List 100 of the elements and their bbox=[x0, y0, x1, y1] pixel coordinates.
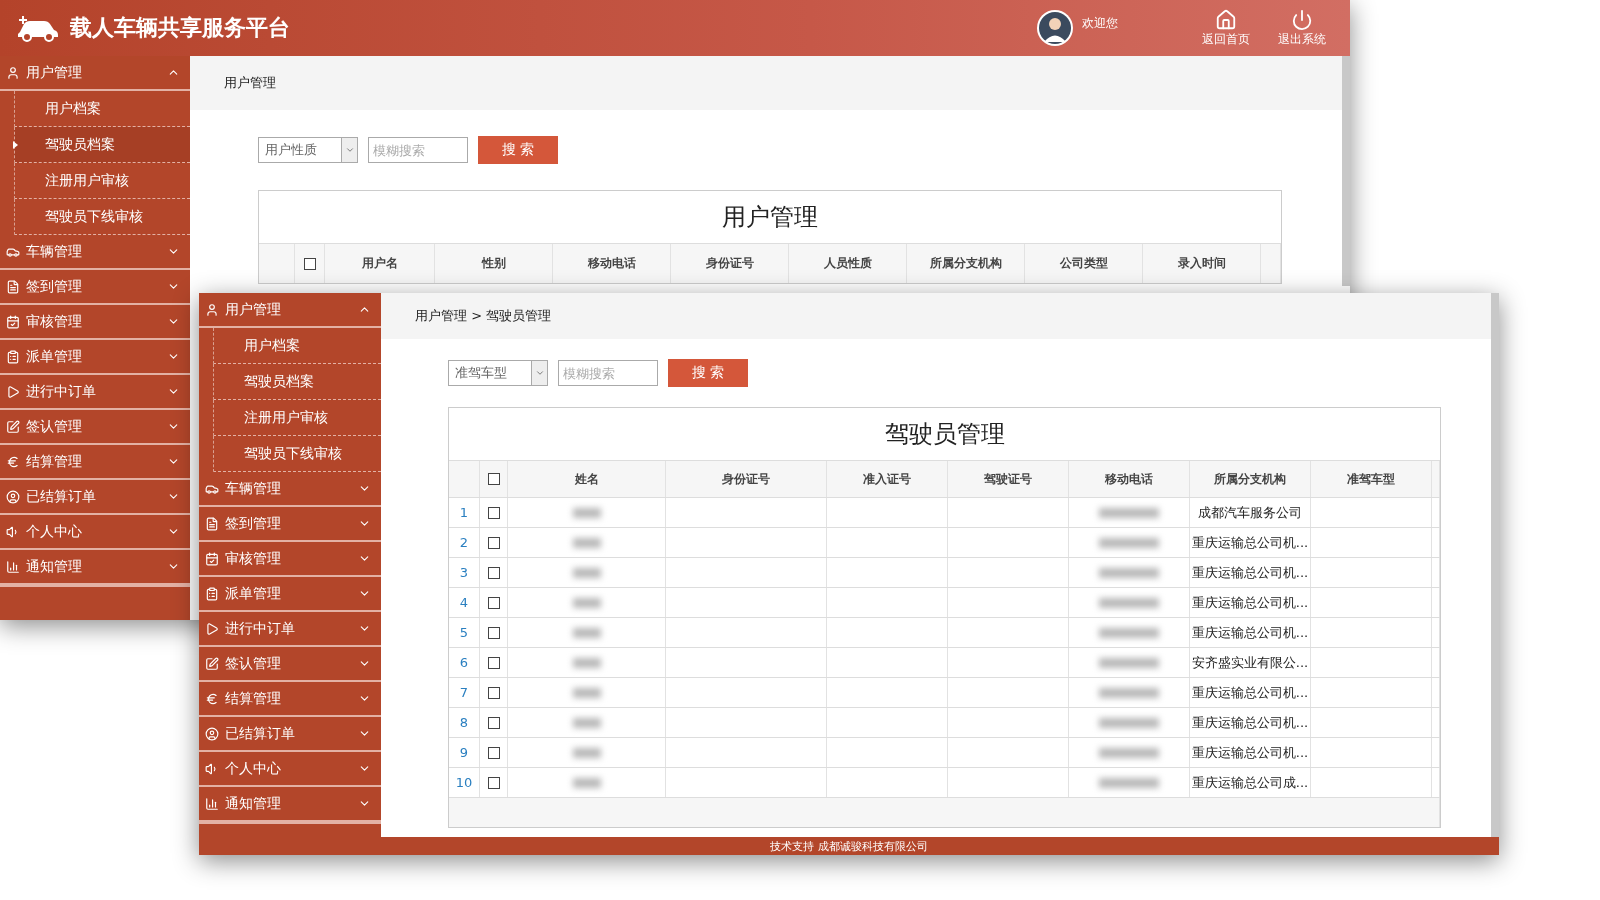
menu-icon bbox=[6, 559, 20, 574]
sidebar-item[interactable]: 进行中订单 bbox=[0, 375, 190, 410]
row-number: 6 bbox=[459, 655, 469, 670]
select-field[interactable]: 准驾车型 bbox=[448, 360, 548, 386]
search-field[interactable]: 模糊搜索 bbox=[558, 360, 658, 386]
table-title: 驾驶员管理 bbox=[884, 419, 1005, 450]
power-icon bbox=[1291, 8, 1313, 31]
sidebar-item[interactable]: 个人中心 bbox=[0, 515, 190, 550]
checkbox[interactable] bbox=[487, 506, 500, 519]
sidebar-subitem[interactable]: 驾驶员下线审核 bbox=[14, 199, 190, 235]
blurred-text bbox=[572, 687, 601, 698]
sidebar-item[interactable]: 结算管理 bbox=[199, 682, 381, 717]
blurred-text bbox=[572, 627, 601, 638]
search-button[interactable]: 搜 索 bbox=[668, 359, 748, 387]
blurred-text bbox=[1099, 507, 1159, 518]
checkbox[interactable] bbox=[487, 776, 500, 789]
blurred-text bbox=[572, 537, 601, 548]
select-field[interactable]: 用户性质 bbox=[258, 137, 358, 163]
search-button[interactable]: 搜 索 bbox=[478, 136, 558, 164]
sidebar-subitem[interactable]: 驾驶员档案 bbox=[213, 364, 381, 400]
sidebar-subitem[interactable]: 驾驶员下线审核 bbox=[213, 436, 381, 472]
welcome-text: 欢迎您 bbox=[1082, 14, 1118, 32]
sidebar-item[interactable]: 车辆管理 bbox=[0, 235, 190, 270]
blurred-text bbox=[572, 567, 601, 578]
blurred-text bbox=[1099, 597, 1159, 608]
row-number: 9 bbox=[459, 745, 469, 760]
checkbox[interactable] bbox=[303, 257, 316, 270]
row-number: 4 bbox=[459, 595, 469, 610]
sidebar-item[interactable]: 派单管理 bbox=[0, 340, 190, 375]
footer-text: 技术支持 成都诚骏科技有限公司 bbox=[770, 838, 928, 854]
table-cell: 重庆运输总公司机... bbox=[1191, 713, 1309, 732]
menu-icon bbox=[205, 302, 219, 317]
search-field[interactable]: 模糊搜索 bbox=[368, 137, 468, 163]
menu-icon bbox=[6, 65, 20, 80]
logout-button[interactable]: 退出系统 bbox=[1264, 8, 1340, 48]
checkbox[interactable] bbox=[487, 746, 500, 759]
column-header: 公司类型 bbox=[1059, 255, 1108, 272]
menu-icon bbox=[205, 516, 219, 531]
checkbox[interactable] bbox=[487, 536, 500, 549]
table-cell: 重庆运输总公司机... bbox=[1191, 593, 1309, 612]
column-header: 移动电话 bbox=[587, 255, 636, 272]
menu-icon bbox=[205, 586, 219, 601]
checkbox[interactable] bbox=[487, 716, 500, 729]
sidebar-subitem[interactable]: 注册用户审核 bbox=[14, 163, 190, 199]
checkbox[interactable] bbox=[487, 473, 500, 485]
sidebar-subitem[interactable]: 用户档案 bbox=[213, 328, 381, 364]
menu-icon bbox=[6, 314, 20, 329]
caret-icon bbox=[534, 368, 545, 378]
sidebar-item[interactable]: 已结算订单 bbox=[0, 480, 190, 515]
column-header: 准入证号 bbox=[863, 470, 911, 488]
blurred-text bbox=[1099, 747, 1159, 758]
sidebar-item[interactable]: 结算管理 bbox=[0, 445, 190, 480]
scrollbar[interactable] bbox=[1491, 293, 1499, 837]
blurred-text bbox=[572, 597, 601, 608]
menu-icon bbox=[6, 279, 20, 294]
column-header: 用户名 bbox=[361, 255, 398, 272]
table-cell: 安齐盛实业有限公... bbox=[1191, 653, 1309, 672]
sidebar-item[interactable]: 进行中订单 bbox=[199, 612, 381, 647]
sidebar-item[interactable]: 个人中心 bbox=[199, 752, 381, 787]
checkbox[interactable] bbox=[487, 596, 500, 609]
sidebar-item[interactable]: 派单管理 bbox=[199, 577, 381, 612]
row-number: 5 bbox=[459, 625, 469, 640]
blurred-text bbox=[572, 507, 601, 518]
sidebar-item[interactable]: 签到管理 bbox=[199, 507, 381, 542]
row-number: 1 bbox=[459, 505, 469, 520]
sidebar-item[interactable]: 签认管理 bbox=[199, 647, 381, 682]
row-number: 7 bbox=[459, 685, 469, 700]
breadcrumb-text: 用户管理 bbox=[224, 74, 276, 92]
sidebar-subitem[interactable]: 驾驶员档案 bbox=[14, 127, 190, 163]
checkbox[interactable] bbox=[487, 566, 500, 579]
menu-icon bbox=[205, 691, 219, 706]
home-button[interactable]: 返回首页 bbox=[1188, 8, 1264, 48]
scrollbar[interactable] bbox=[1342, 56, 1350, 286]
blurred-text bbox=[572, 717, 601, 728]
table-cell: 重庆运输总公司机... bbox=[1191, 623, 1309, 642]
car-logo-icon bbox=[16, 14, 60, 42]
column-header: 录入时间 bbox=[1177, 255, 1226, 272]
sidebar-item[interactable]: 通知管理 bbox=[199, 787, 381, 822]
menu-icon bbox=[205, 551, 219, 566]
column-header: 姓名 bbox=[574, 470, 599, 488]
menu-icon bbox=[6, 349, 20, 364]
sidebar-item[interactable]: 通知管理 bbox=[0, 550, 190, 585]
sidebar-item[interactable]: 车辆管理 bbox=[199, 472, 381, 507]
sidebar-subitem[interactable]: 注册用户审核 bbox=[213, 400, 381, 436]
checkbox[interactable] bbox=[487, 686, 500, 699]
checkbox[interactable] bbox=[487, 626, 500, 639]
blurred-text bbox=[1099, 567, 1159, 578]
checkbox[interactable] bbox=[487, 656, 500, 669]
blurred-text bbox=[572, 777, 601, 788]
sidebar-item[interactable]: 签认管理 bbox=[0, 410, 190, 445]
caret-icon bbox=[344, 145, 355, 155]
sidebar-item[interactable]: 签到管理 bbox=[0, 270, 190, 305]
sidebar-item[interactable]: 审核管理 bbox=[199, 542, 381, 577]
avatar-icon bbox=[1036, 9, 1074, 47]
sidebar-item[interactable]: 审核管理 bbox=[0, 305, 190, 340]
table-cell: 重庆运输总公司机... bbox=[1191, 683, 1309, 702]
table-cell: 重庆运输总公司机... bbox=[1191, 563, 1309, 582]
blurred-text bbox=[1099, 657, 1159, 668]
sidebar-item[interactable]: 已结算订单 bbox=[199, 717, 381, 752]
app-title: 载人车辆共享服务平台 bbox=[70, 14, 290, 42]
